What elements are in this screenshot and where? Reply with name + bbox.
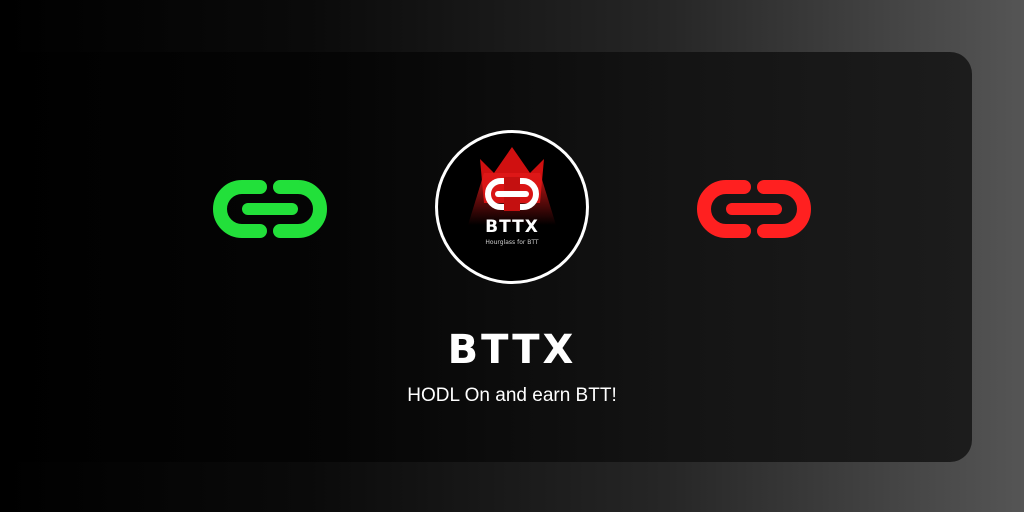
logo-name: BTTX [485,217,539,237]
logo-subtitle: Hourglass for BTT [485,239,539,246]
red-link-icon [696,179,812,239]
brand-tagline: HODL On and earn BTT! [407,385,617,406]
green-link-icon [212,179,328,239]
crown-icon [468,147,556,225]
logo-background: BTTX Hourglass for BTT [438,133,586,281]
brand-title: BTTX [447,327,577,373]
bttx-logo: BTTX Hourglass for BTT [435,130,589,284]
